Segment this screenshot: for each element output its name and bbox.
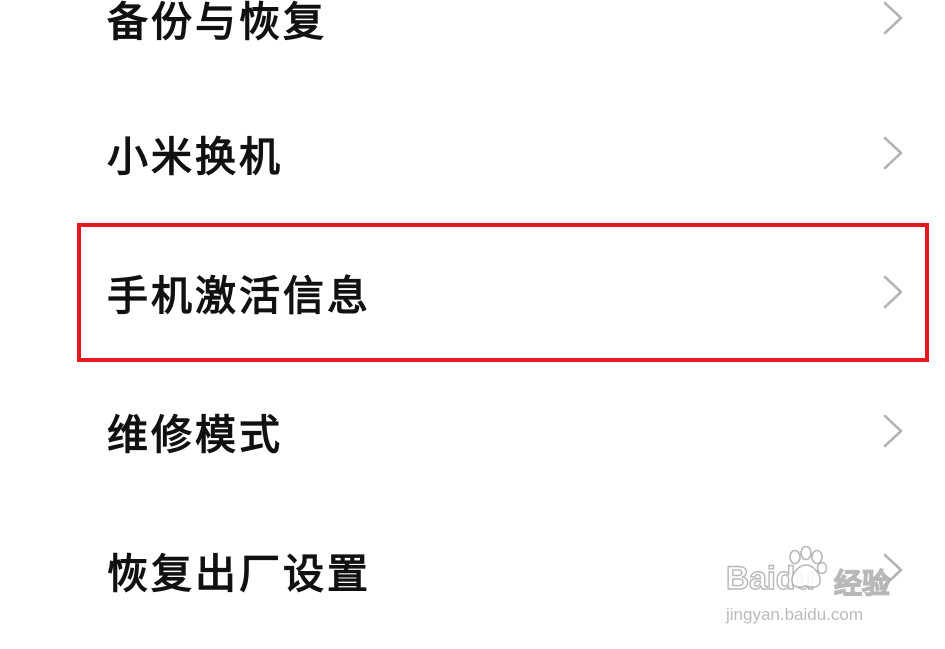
settings-item-backup-restore[interactable]: 备份与恢复 — [0, 0, 945, 78]
settings-list: 备份与恢复 小米换机 手机激活信息 维修模式 恢复出厂设置 — [0, 0, 945, 649]
settings-item-activation-info[interactable]: 手机激活信息 — [0, 232, 945, 352]
chevron-right-icon — [883, 1, 903, 35]
settings-item-label: 手机激活信息 — [107, 272, 371, 320]
settings-item-mi-mover[interactable]: 小米换机 — [0, 93, 945, 213]
chevron-right-icon — [883, 553, 903, 587]
settings-item-label: 小米换机 — [107, 133, 283, 181]
chevron-right-icon — [883, 275, 903, 309]
settings-item-label: 维修模式 — [107, 411, 283, 459]
chevron-right-icon — [883, 414, 903, 448]
settings-item-label: 恢复出厂设置 — [107, 550, 371, 598]
chevron-right-icon — [883, 136, 903, 170]
settings-item-label: 备份与恢复 — [107, 0, 327, 46]
settings-item-factory-reset[interactable]: 恢复出厂设置 — [0, 510, 945, 630]
settings-screen: 备份与恢复 小米换机 手机激活信息 维修模式 恢复出厂设置 Baidu 经验 j… — [0, 0, 945, 649]
settings-item-repair-mode[interactable]: 维修模式 — [0, 371, 945, 491]
